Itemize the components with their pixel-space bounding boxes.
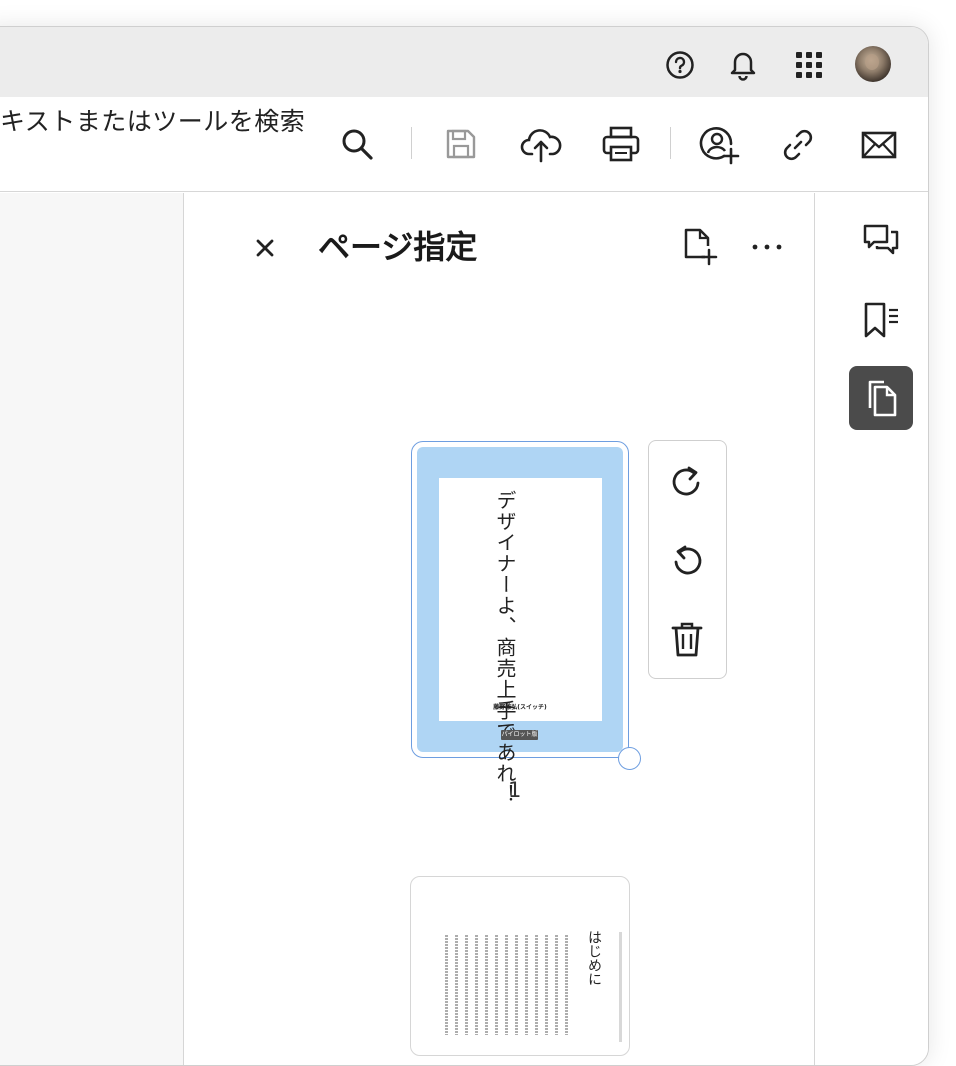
page-text-column [445, 935, 448, 1035]
page-heading-text: はじめに [586, 930, 602, 986]
link-icon[interactable] [780, 127, 816, 163]
page-preview [439, 478, 602, 721]
search-icon[interactable] [340, 127, 376, 163]
comments-icon[interactable] [861, 222, 901, 260]
more-icon[interactable] [750, 240, 784, 254]
close-icon[interactable] [255, 238, 275, 258]
page-text-column [535, 935, 538, 1035]
toolbar-divider [411, 127, 412, 159]
thumbnail-resize-handle[interactable] [618, 747, 641, 770]
save-icon [446, 129, 476, 159]
rotate-counterclockwise-icon[interactable] [669, 542, 705, 580]
page-scrollbar [619, 932, 622, 1042]
page-text-column [515, 935, 518, 1035]
toolbar-divider [670, 127, 671, 159]
page-author-text: 藤野雅弘(スイッチ) [493, 704, 547, 711]
page-text-column [495, 935, 498, 1035]
page-number-label: 1 [508, 778, 522, 802]
page-text-column [465, 935, 468, 1035]
mail-icon[interactable] [861, 131, 897, 159]
bookmarks-icon[interactable] [862, 301, 902, 339]
bell-icon[interactable] [727, 48, 759, 82]
title-bar [0, 27, 928, 97]
avatar[interactable] [854, 45, 892, 83]
page-text-column [545, 935, 548, 1035]
pages-icon[interactable] [862, 378, 900, 418]
apps-grid-icon[interactable] [795, 51, 823, 79]
page-text-column [555, 935, 558, 1035]
page-text-column [455, 935, 458, 1035]
page-text-column [505, 935, 508, 1035]
page-text-column [485, 935, 488, 1035]
document-area[interactable] [0, 193, 184, 1065]
page-title-text: デザイナーよ、商売上手であれ！ [493, 490, 517, 805]
page-text-column [475, 935, 478, 1035]
insert-page-icon[interactable] [683, 227, 719, 267]
help-icon[interactable] [665, 50, 695, 80]
page-text-column [565, 935, 568, 1035]
panel-title: ページ指定 [318, 228, 478, 266]
cloud-upload-icon[interactable] [520, 124, 562, 164]
page-badge: パイロット版 [501, 730, 538, 740]
add-user-icon[interactable] [698, 124, 740, 166]
print-icon[interactable] [601, 125, 641, 163]
delete-icon[interactable] [670, 620, 704, 658]
page-text-column [525, 935, 528, 1035]
rotate-clockwise-icon[interactable] [669, 463, 705, 501]
search-field[interactable]: キストまたはツールを検索 [0, 102, 305, 138]
